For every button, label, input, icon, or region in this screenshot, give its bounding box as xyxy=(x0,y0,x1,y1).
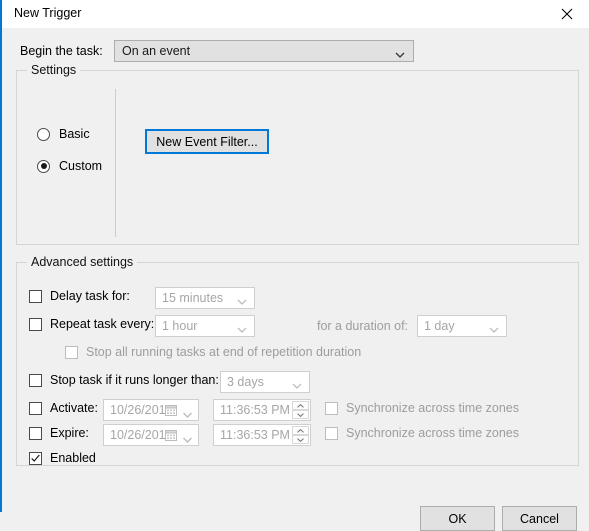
activate-checkbox-indicator xyxy=(29,401,42,415)
expire-sync-checkbox[interactable]: Synchronize across time zones xyxy=(325,426,519,440)
stop-longer-value: 3 days xyxy=(227,375,264,389)
ok-button[interactable]: OK xyxy=(420,506,495,531)
spinner-down-icon[interactable] xyxy=(292,435,309,444)
stop-all-tasks-label: Stop all running tasks at end of repetit… xyxy=(86,345,362,359)
stop-all-tasks-checkbox-indicator xyxy=(65,345,78,359)
repeat-task-value: 1 hour xyxy=(162,319,198,333)
expire-sync-checkbox-indicator xyxy=(325,426,338,440)
new-trigger-dialog: New Trigger Begin the task: On an event xyxy=(0,0,589,531)
repeat-task-checkbox-indicator xyxy=(29,317,42,331)
expire-date-picker[interactable]: 10/26/2019 xyxy=(103,424,199,446)
radio-basic[interactable]: Basic xyxy=(37,127,90,141)
stop-all-tasks-checkbox[interactable]: Stop all running tasks at end of repetit… xyxy=(65,345,361,359)
enabled-checkbox-indicator xyxy=(29,451,42,465)
expire-checkbox[interactable]: Expire: xyxy=(29,426,89,440)
expire-time-value: 11:36:53 PM xyxy=(220,428,290,442)
begin-task-label: Begin the task: xyxy=(20,44,103,58)
expire-time-field[interactable]: 11:36:53 PM xyxy=(213,424,311,446)
chevron-down-icon xyxy=(183,407,192,421)
delay-task-label: Delay task for: xyxy=(50,289,130,303)
duration-label: for a duration of: xyxy=(317,319,409,333)
begin-task-combo[interactable]: On an event xyxy=(114,40,414,62)
stop-longer-label: Stop task if it runs longer than: xyxy=(50,373,219,387)
stop-longer-checkbox[interactable]: Stop task if it runs longer than: xyxy=(29,373,219,387)
spinner-up-icon[interactable] xyxy=(292,401,309,410)
chevron-down-icon xyxy=(292,379,302,393)
activate-time-field[interactable]: 11:36:53 PM xyxy=(213,399,311,421)
activate-checkbox[interactable]: Activate: xyxy=(29,401,98,415)
calendar-icon xyxy=(164,403,178,417)
stop-longer-checkbox-indicator xyxy=(29,373,42,387)
advanced-group-title: Advanced settings xyxy=(27,255,138,269)
advanced-settings-group: Advanced settings Delay task for: 15 min… xyxy=(16,255,579,466)
expire-checkbox-indicator xyxy=(29,426,42,440)
radio-custom-indicator xyxy=(37,159,50,173)
begin-task-value: On an event xyxy=(122,44,191,58)
chevron-down-icon xyxy=(237,295,247,309)
radio-custom-label: Custom xyxy=(59,159,103,173)
enabled-label: Enabled xyxy=(50,451,96,465)
activate-time-value: 11:36:53 PM xyxy=(220,403,290,417)
repeat-task-checkbox[interactable]: Repeat task every: xyxy=(29,317,154,331)
new-event-filter-button[interactable]: New Event Filter... xyxy=(145,129,269,154)
settings-group: Settings Basic Custom New Event Filter..… xyxy=(16,63,579,245)
delay-task-combo[interactable]: 15 minutes xyxy=(155,287,255,309)
activate-label: Activate: xyxy=(50,401,98,415)
activate-sync-checkbox-indicator xyxy=(325,401,338,415)
delay-task-value: 15 minutes xyxy=(162,291,224,305)
delay-task-checkbox[interactable]: Delay task for: xyxy=(29,289,130,303)
begin-task-row: Begin the task: On an event xyxy=(20,40,580,62)
spinner-down-icon[interactable] xyxy=(292,410,309,419)
close-button[interactable] xyxy=(545,0,589,28)
repeat-task-label: Repeat task every: xyxy=(50,317,155,331)
repeat-task-combo[interactable]: 1 hour xyxy=(155,315,255,337)
window-title: New Trigger xyxy=(14,6,82,20)
enabled-checkbox[interactable]: Enabled xyxy=(29,451,96,465)
settings-group-title: Settings xyxy=(27,63,81,77)
close-icon xyxy=(561,8,573,20)
radio-basic-indicator xyxy=(37,127,50,141)
activate-sync-checkbox[interactable]: Synchronize across time zones xyxy=(325,401,519,415)
expire-label: Expire: xyxy=(50,426,89,440)
spinner-up-icon[interactable] xyxy=(292,426,309,435)
duration-combo[interactable]: 1 day xyxy=(417,315,507,337)
activate-time-spinner[interactable] xyxy=(292,401,309,419)
radio-custom[interactable]: Custom xyxy=(37,159,102,173)
expire-sync-label: Synchronize across time zones xyxy=(346,426,519,440)
radio-basic-label: Basic xyxy=(59,127,90,141)
chevron-down-icon xyxy=(395,48,405,62)
activate-sync-label: Synchronize across time zones xyxy=(346,401,519,415)
delay-task-checkbox-indicator xyxy=(29,289,42,303)
stop-longer-combo[interactable]: 3 days xyxy=(220,371,310,393)
chevron-down-icon xyxy=(489,323,499,337)
dialog-body: Begin the task: On an event Settings Bas… xyxy=(2,28,589,531)
cancel-button[interactable]: Cancel xyxy=(502,506,577,531)
calendar-icon xyxy=(164,428,178,442)
chevron-down-icon xyxy=(183,432,192,446)
chevron-down-icon xyxy=(237,323,247,337)
activate-date-picker[interactable]: 10/26/2018 xyxy=(103,399,199,421)
title-bar: New Trigger xyxy=(2,0,589,28)
expire-time-spinner[interactable] xyxy=(292,426,309,444)
settings-divider xyxy=(115,89,116,237)
duration-value: 1 day xyxy=(424,319,455,333)
